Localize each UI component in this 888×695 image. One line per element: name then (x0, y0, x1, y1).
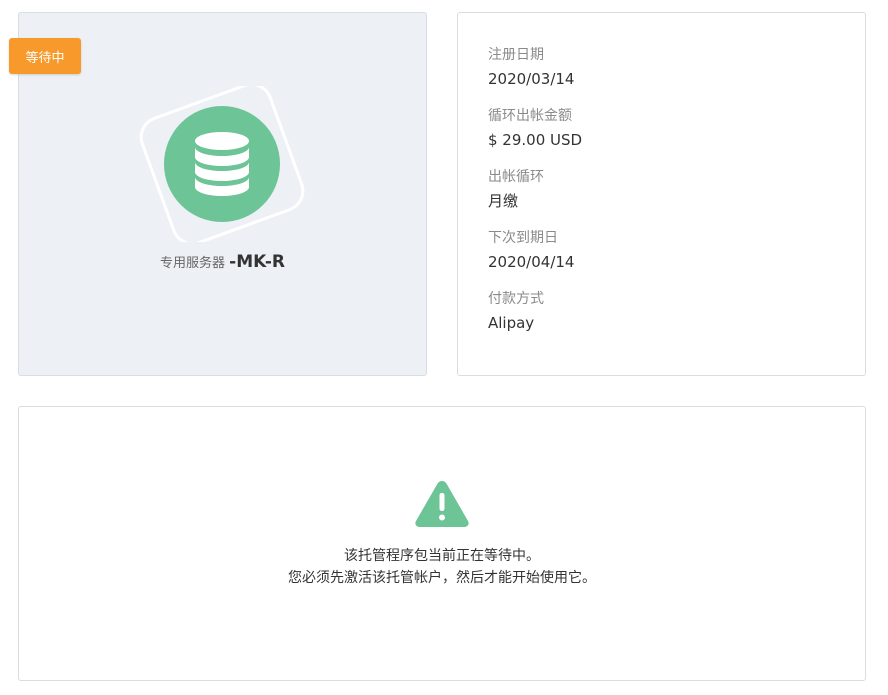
recurring-amount-value: $ 29.00 USD (488, 131, 583, 149)
payment-method-value: Alipay (488, 314, 535, 332)
product-name: 专用服务器 -MK-R (18, 252, 427, 272)
server-type-label: 专用服务器 (160, 256, 226, 271)
status-badge: 等待中 (9, 38, 81, 74)
notice-card (18, 406, 866, 681)
registration-date-value: 2020/03/14 (488, 70, 575, 88)
billing-cycle-field: 出帐循环 月缴 (488, 168, 544, 211)
notice-line-1: 该托管程序包当前正在等待中。 (344, 548, 540, 564)
notice-message: 该托管程序包当前正在等待中。 您必须先激活该托管帐户，然后才能开始使用它。 (18, 545, 866, 589)
registration-date-field: 注册日期 2020/03/14 (488, 46, 574, 89)
payment-method-field: 付款方式 Alipay (488, 290, 544, 333)
notice-line-2: 您必须先激活该托管帐户，然后才能开始使用它。 (288, 570, 596, 586)
billing-cycle-value: 月缴 (488, 192, 519, 210)
registration-date-label: 注册日期 (488, 47, 544, 63)
next-due-date-label: 下次到期日 (488, 230, 558, 246)
payment-method-label: 付款方式 (488, 291, 544, 307)
server-name: -MK-R (229, 252, 285, 272)
warning-icon (413, 478, 471, 530)
billing-cycle-label: 出帐循环 (488, 169, 544, 185)
recurring-amount-field: 循环出帐金额 $ 29.00 USD (488, 107, 582, 150)
next-due-date-field: 下次到期日 2020/04/14 (488, 229, 574, 272)
recurring-amount-label: 循环出帐金额 (488, 108, 572, 124)
next-due-date-value: 2020/04/14 (488, 253, 575, 271)
database-icon (136, 86, 308, 242)
